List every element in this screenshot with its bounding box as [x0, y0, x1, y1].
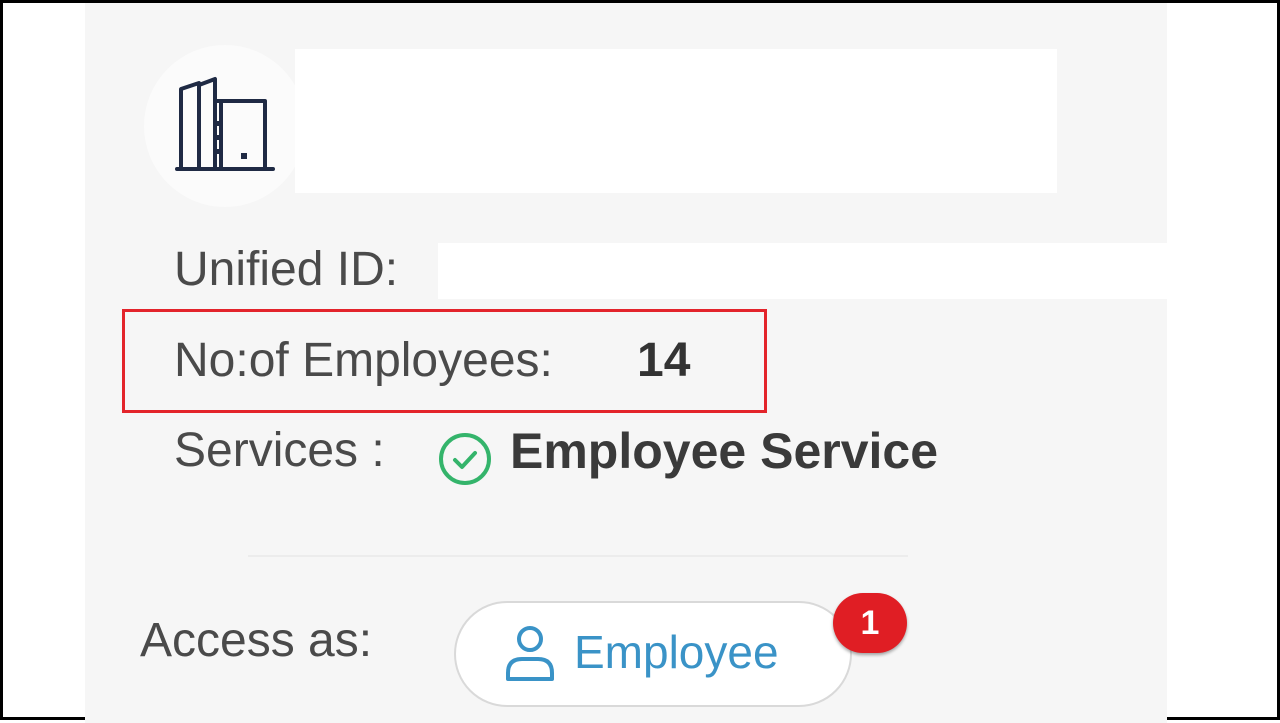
access-employee-label: Employee: [574, 626, 779, 678]
unified-id-label: Unified ID:: [174, 243, 399, 296]
employees-count-value: 14: [637, 334, 691, 387]
access-employee-button[interactable]: Employee: [454, 601, 852, 707]
services-label: Services :: [174, 424, 385, 477]
company-name-redacted: [295, 49, 1057, 193]
service-name: Employee Service: [510, 423, 939, 479]
building-icon: [175, 77, 275, 171]
section-divider: [248, 555, 908, 557]
access-as-label: Access as:: [140, 614, 373, 667]
unified-id-value-redacted: [438, 243, 1170, 299]
check-circle-icon: [439, 433, 491, 485]
employees-count-label: No:of Employees:: [174, 334, 553, 387]
person-icon: [506, 626, 554, 681]
screenshot-frame: Unified ID: No:of Employees: 14 Services…: [0, 0, 1280, 723]
notification-badge: 1: [833, 593, 907, 653]
